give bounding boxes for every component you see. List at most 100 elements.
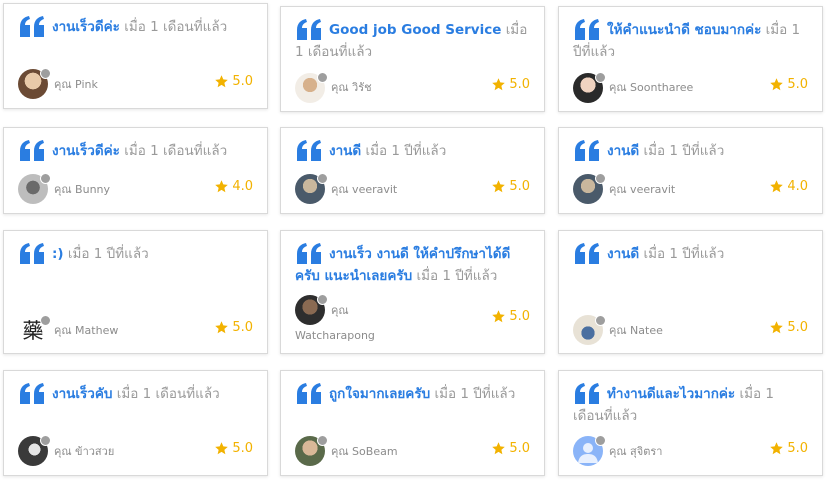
reviewer-name: คุณ Mathew xyxy=(54,324,119,337)
review-card: งานเร็วดีค่ะ เมื่อ 1 เดือนที่แล้ว คุณ Bu… xyxy=(3,127,268,214)
star-icon xyxy=(770,78,784,91)
review-time: เมื่อ 1 ปีที่แล้ว xyxy=(67,246,149,262)
status-dot xyxy=(595,435,606,446)
rating: 5.0 xyxy=(769,441,808,456)
review-title: งานดี xyxy=(607,143,640,159)
review-text: งานดี เมื่อ 1 ปีที่แล้ว xyxy=(607,140,808,162)
review-time: เมื่อ 1 ปีที่แล้ว xyxy=(416,268,498,284)
review-text: งานเร็วดีค่ะ เมื่อ 1 เดือนที่แล้ว xyxy=(52,140,253,162)
rating: 5.0 xyxy=(214,320,253,335)
review-card: :) เมื่อ 1 ปีที่แล้ว 藥 คุณ Mathew 5.0 xyxy=(3,230,268,354)
star-icon xyxy=(770,442,784,455)
star-icon xyxy=(492,78,506,91)
status-dot xyxy=(40,173,51,184)
review-time: เมื่อ 1 ปีที่แล้ว xyxy=(643,143,725,159)
quote-icon xyxy=(297,383,321,404)
status-dot xyxy=(317,435,328,446)
rating-value: 4.0 xyxy=(232,179,253,194)
quote-icon xyxy=(575,243,599,264)
review-text: Good job Good Service เมื่อ 1 เดือนที่แล… xyxy=(295,19,530,63)
review-card: งานเร็วคับ เมื่อ 1 เดือนที่แล้ว คุณ ข้าว… xyxy=(3,370,268,476)
star-icon xyxy=(492,442,506,455)
status-dot xyxy=(40,68,51,79)
status-dot xyxy=(317,72,328,83)
star-icon xyxy=(492,180,506,193)
star-icon xyxy=(770,321,784,334)
rating: 5.0 xyxy=(214,441,253,456)
status-dot xyxy=(595,315,606,326)
quote-icon xyxy=(575,140,599,161)
review-card: ให้คำแนะนำดี ชอบมากค่ะ เมื่อ 1 ปีที่แล้ว… xyxy=(558,6,823,112)
reviewer-name: คุณ Pink xyxy=(54,78,98,91)
rating-value: 5.0 xyxy=(787,320,808,335)
rating: 5.0 xyxy=(491,77,530,92)
review-text: ถูกใจมากเลยครับ เมื่อ 1 ปีที่แล้ว xyxy=(329,383,530,405)
reviewer-name: คุณ Bunny xyxy=(54,183,111,196)
review-text: งานเร็วดีค่ะ เมื่อ 1 เดือนที่แล้ว xyxy=(52,16,253,38)
status-dot xyxy=(40,435,51,446)
rating-value: 5.0 xyxy=(232,320,253,335)
star-icon xyxy=(215,321,229,334)
rating: 4.0 xyxy=(214,179,253,194)
rating-value: 5.0 xyxy=(509,309,530,324)
review-card: งานเร็วดีค่ะ เมื่อ 1 เดือนที่แล้ว คุณ Pi… xyxy=(3,3,268,109)
reviewer-name: คุณ Soontharee xyxy=(609,81,694,94)
review-title: งานเร็วดีค่ะ xyxy=(52,143,120,159)
review-title: ถูกใจมากเลยครับ xyxy=(329,386,431,402)
quote-icon xyxy=(20,140,44,161)
review-card: งานดี เมื่อ 1 ปีที่แล้ว คุณ Natee 5.0 xyxy=(558,230,823,354)
rating-value: 5.0 xyxy=(232,441,253,456)
reviewer-prefix: คุณ xyxy=(331,304,349,317)
quote-icon xyxy=(20,383,44,404)
rating: 4.0 xyxy=(769,179,808,194)
review-title: :) xyxy=(52,246,64,262)
reviewer-name: คุณ SoBeam xyxy=(331,445,398,458)
quote-icon xyxy=(20,16,44,37)
rating-value: 5.0 xyxy=(509,77,530,92)
review-text: :) เมื่อ 1 ปีที่แล้ว xyxy=(52,243,253,265)
rating: 5.0 xyxy=(769,320,808,335)
star-icon xyxy=(215,442,229,455)
rating: 5.0 xyxy=(769,77,808,92)
rating-value: 5.0 xyxy=(509,441,530,456)
rating: 5.0 xyxy=(214,74,253,89)
star-icon xyxy=(215,75,229,88)
review-card: ทำงานดีและไวมากค่ะ เมื่อ 1 เดือนที่แล้ว … xyxy=(558,370,823,476)
review-title: ทำงานดีและไวมากค่ะ xyxy=(607,386,736,402)
review-card: งานเร็ว งานดี ให้คำปรึกษาได้ดีครับ แนะนำ… xyxy=(280,230,545,354)
review-text: งานเร็วคับ เมื่อ 1 เดือนที่แล้ว xyxy=(52,383,253,405)
reviewer-name: คุณ ข้าวสวย xyxy=(54,445,115,458)
review-card: งานดี เมื่อ 1 ปีที่แล้ว คุณ veeravit 5.0 xyxy=(280,127,545,214)
star-icon xyxy=(770,180,784,193)
rating: 5.0 xyxy=(491,179,530,194)
review-time: เมื่อ 1 เดือนที่แล้ว xyxy=(124,19,228,35)
review-title: งานดี xyxy=(329,143,362,159)
review-time: เมื่อ 1 ปีที่แล้ว xyxy=(365,143,447,159)
status-dot xyxy=(317,173,328,184)
reviewer-name: Watcharapong xyxy=(295,329,375,342)
review-text: งานดี เมื่อ 1 ปีที่แล้ว xyxy=(329,140,530,162)
rating-value: 4.0 xyxy=(787,179,808,194)
review-card: Good job Good Service เมื่อ 1 เดือนที่แล… xyxy=(280,6,545,112)
review-title: ให้คำแนะนำดี ชอบมากค่ะ xyxy=(607,22,762,38)
review-time: เมื่อ 1 เดือนที่แล้ว xyxy=(124,143,228,159)
reviewer-name: คุณ สุจิตรา xyxy=(609,445,663,458)
status-dot xyxy=(40,315,51,326)
review-time: เมื่อ 1 เดือนที่แล้ว xyxy=(116,386,220,402)
review-title: งานดี xyxy=(607,246,640,262)
review-text: ทำงานดีและไวมากค่ะ เมื่อ 1 เดือนที่แล้ว xyxy=(573,383,808,427)
reviewer-name: คุณ veeravit xyxy=(331,183,398,196)
review-text: ให้คำแนะนำดี ชอบมากค่ะ เมื่อ 1 ปีที่แล้ว xyxy=(573,19,808,63)
status-dot xyxy=(595,72,606,83)
review-card: ถูกใจมากเลยครับ เมื่อ 1 ปีที่แล้ว คุณ So… xyxy=(280,370,545,476)
review-card: งานดี เมื่อ 1 ปีที่แล้ว คุณ veeravit 4.0 xyxy=(558,127,823,214)
quote-icon xyxy=(297,140,321,161)
review-title: งานเร็วคับ xyxy=(52,386,113,402)
status-dot xyxy=(317,294,328,305)
status-dot xyxy=(595,173,606,184)
review-text: งานดี เมื่อ 1 ปีที่แล้ว xyxy=(607,243,808,265)
rating: 5.0 xyxy=(491,441,530,456)
rating-value: 5.0 xyxy=(787,441,808,456)
rating-value: 5.0 xyxy=(509,179,530,194)
rating-value: 5.0 xyxy=(787,77,808,92)
